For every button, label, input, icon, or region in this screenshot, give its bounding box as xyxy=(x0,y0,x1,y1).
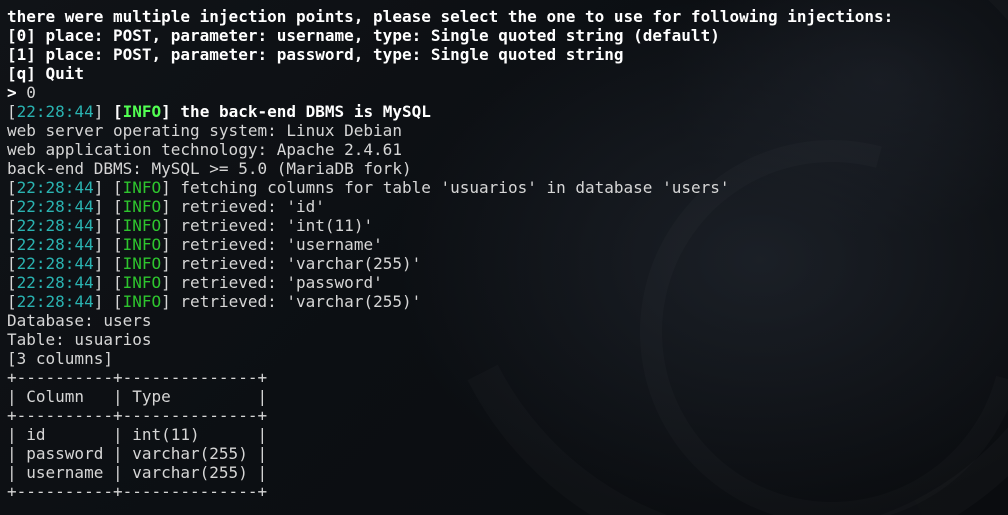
log-message: retrieved: 'username' xyxy=(180,235,383,254)
log-level: INFO xyxy=(122,235,162,254)
table-row: | password | varchar(255) | xyxy=(7,444,268,463)
log-line: [22:28:44] [INFO] the back-end DBMS is M… xyxy=(7,102,431,121)
log-message: retrieved: 'varchar(255)' xyxy=(180,292,422,311)
table-header: | Column | Type | xyxy=(7,387,268,406)
table-row: | id | int(11) | xyxy=(7,425,268,444)
log-timestamp: 22:28:44 xyxy=(16,273,94,292)
table-border-top: +----------+--------------+ xyxy=(7,368,268,387)
prompt-symbol: > xyxy=(7,83,17,102)
log-timestamp: 22:28:44 xyxy=(16,216,94,235)
answer-line: > 0 xyxy=(7,83,1008,102)
table-border-bottom: +----------+--------------+ xyxy=(7,482,268,501)
log-level: INFO xyxy=(122,273,162,292)
answer-value: 0 xyxy=(26,83,36,102)
log-timestamp: 22:28:44 xyxy=(16,235,94,254)
log-message: retrieved: 'password' xyxy=(180,273,383,292)
log-level: INFO xyxy=(122,292,162,311)
log-timestamp: 22:28:44 xyxy=(16,292,94,311)
injection-option-0: [0] place: POST, parameter: username, ty… xyxy=(7,26,720,45)
log-message: the back-end DBMS is MySQL xyxy=(180,102,431,121)
injection-option-1: [1] place: POST, parameter: password, ty… xyxy=(7,45,624,64)
log-line: [22:28:44] [INFO] retrieved: 'password' xyxy=(7,273,383,292)
backend-dbms-line: back-end DBMS: MySQL >= 5.0 (MariaDB for… xyxy=(7,159,412,178)
log-line: [22:28:44] [INFO] retrieved: 'int(11)' xyxy=(7,216,374,235)
web-app-technology-line: web application technology: Apache 2.4.6… xyxy=(7,140,402,159)
table-row: | username | varchar(255) | xyxy=(7,463,268,482)
log-timestamp: 22:28:44 xyxy=(16,197,94,216)
log-level: INFO xyxy=(122,102,162,121)
log-timestamp: 22:28:44 xyxy=(16,178,94,197)
log-message: retrieved: 'id' xyxy=(180,197,325,216)
log-level: INFO xyxy=(122,254,162,273)
separator-line: --- xyxy=(7,0,1008,7)
log-timestamp: 22:28:44 xyxy=(16,102,94,121)
table-border-middle: +----------+--------------+ xyxy=(7,406,268,425)
injection-question: there were multiple injection points, pl… xyxy=(7,7,894,26)
terminal-output: ---there were multiple injection points,… xyxy=(0,0,1008,501)
log-line: [22:28:44] [INFO] retrieved: 'id' xyxy=(7,197,325,216)
log-message: retrieved: 'varchar(255)' xyxy=(180,254,422,273)
log-message: retrieved: 'int(11)' xyxy=(180,216,374,235)
log-level: INFO xyxy=(122,197,162,216)
log-line: [22:28:44] [INFO] retrieved: 'varchar(25… xyxy=(7,254,422,273)
log-level: INFO xyxy=(122,216,162,235)
table-line: Table: usuarios xyxy=(7,330,152,349)
log-line: [22:28:44] [INFO] retrieved: 'varchar(25… xyxy=(7,292,422,311)
log-line: [22:28:44] [INFO] retrieved: 'username' xyxy=(7,235,383,254)
column-count-line: [3 columns] xyxy=(7,349,113,368)
terminal-window[interactable]: ---there were multiple injection points,… xyxy=(0,0,1008,515)
log-timestamp: 22:28:44 xyxy=(16,254,94,273)
log-level: INFO xyxy=(122,178,162,197)
log-message: fetching columns for table 'usuarios' in… xyxy=(180,178,730,197)
injection-option-quit: [q] Quit xyxy=(7,64,85,83)
database-line: Database: users xyxy=(7,311,152,330)
log-line: [22:28:44] [INFO] fetching columns for t… xyxy=(7,178,730,197)
web-server-os-line: web server operating system: Linux Debia… xyxy=(7,121,402,140)
